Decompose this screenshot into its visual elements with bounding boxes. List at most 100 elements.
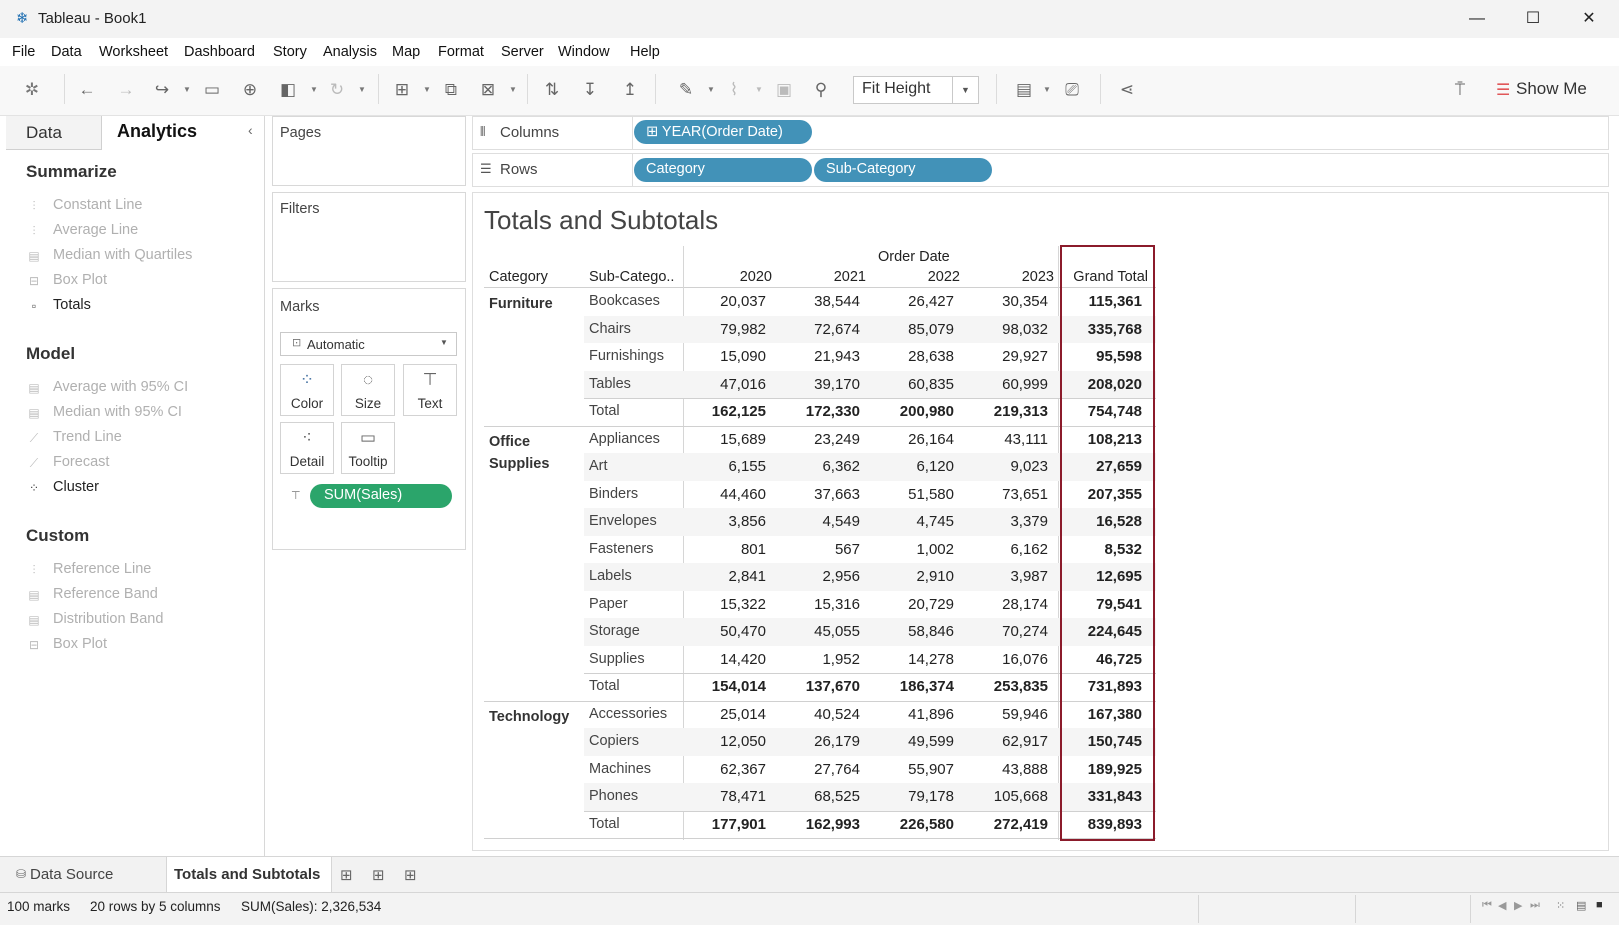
filmstrip-icon[interactable]: ▤ (1576, 899, 1586, 912)
close-button[interactable]: ✕ (1561, 4, 1617, 34)
sales-cell[interactable]: 23,249 (770, 431, 860, 448)
tab-analytics[interactable]: Analytics (117, 121, 197, 142)
chevron-down-icon[interactable]: ▼ (952, 76, 978, 104)
sales-cell[interactable]: 62,917 (958, 733, 1048, 750)
sales-cell[interactable]: 4,549 (770, 513, 860, 530)
grand-total-cell[interactable]: 115,361 (1052, 293, 1142, 310)
sales-cell[interactable]: 98,032 (958, 321, 1048, 338)
menu-data[interactable]: Data (51, 44, 82, 60)
sales-cell[interactable]: 20,037 (676, 293, 766, 310)
chevron-down-icon[interactable]: ▼ (755, 85, 763, 94)
analytics-item-reference-band[interactable]: Reference Band (53, 586, 158, 602)
chevron-down-icon[interactable]: ▼ (310, 85, 318, 94)
sales-cell[interactable]: 79,982 (676, 321, 766, 338)
redo-icon[interactable]: → (114, 78, 138, 102)
sort-ascending-icon[interactable]: ↧ (578, 78, 602, 102)
sales-cell[interactable]: 60,835 (864, 376, 954, 393)
grand-total-cell[interactable]: 46,725 (1052, 651, 1142, 668)
sales-cell[interactable]: 3,379 (958, 513, 1048, 530)
show-cards-icon[interactable]: ▤ (1012, 78, 1036, 102)
presentation-mode-icon[interactable]: ⎚ (1060, 78, 1084, 102)
analytics-item-median-with-quartiles[interactable]: Median with Quartiles (53, 247, 192, 263)
sales-cell[interactable]: 272,419 (958, 816, 1048, 833)
analytics-item-cluster[interactable]: Cluster (53, 479, 99, 495)
sales-cell[interactable]: 186,374 (864, 678, 954, 695)
sales-cell[interactable]: 6,155 (676, 458, 766, 475)
sort-descending-icon[interactable]: ↥ (618, 78, 642, 102)
sales-cell[interactable]: 25,014 (676, 706, 766, 723)
refresh-icon[interactable]: ↻ (325, 78, 349, 102)
sales-cell[interactable]: 253,835 (958, 678, 1048, 695)
sales-cell[interactable]: 55,907 (864, 761, 954, 778)
grand-total-cell[interactable]: 754,748 (1052, 403, 1142, 420)
sales-cell[interactable]: 43,111 (958, 431, 1048, 448)
menu-window[interactable]: Window (558, 44, 610, 60)
sales-cell[interactable]: 154,014 (676, 678, 766, 695)
new-worksheet-icon[interactable]: ⊞ (390, 78, 414, 102)
sales-cell[interactable]: 162,993 (770, 816, 860, 833)
new-story-icon[interactable]: ⊞ (404, 866, 417, 884)
clear-sheet-icon[interactable]: ⊠ (476, 78, 500, 102)
grand-total-cell[interactable]: 108,213 (1052, 431, 1142, 448)
sales-cell[interactable]: 38,544 (770, 293, 860, 310)
sales-cell[interactable]: 15,316 (770, 596, 860, 613)
menu-worksheet[interactable]: Worksheet (99, 44, 168, 60)
chevron-down-icon[interactable]: ▼ (358, 85, 366, 94)
sales-cell[interactable]: 3,987 (958, 568, 1048, 585)
analytics-item-constant-line[interactable]: Constant Line (53, 197, 142, 213)
chevron-down-icon[interactable]: ▼ (440, 338, 448, 347)
analytics-item-distribution-band[interactable]: Distribution Band (53, 611, 163, 627)
tableau-home-icon[interactable]: ✲ (20, 78, 44, 102)
grand-total-cell[interactable]: 150,745 (1052, 733, 1142, 750)
chevron-down-icon[interactable]: ▼ (707, 85, 715, 94)
sales-cell[interactable]: 1,952 (770, 651, 860, 668)
sales-cell[interactable]: 70,274 (958, 623, 1048, 640)
sales-cell[interactable]: 73,651 (958, 486, 1048, 503)
grand-total-cell[interactable]: 189,925 (1052, 761, 1142, 778)
pause-updates-icon[interactable]: ◧ (276, 78, 300, 102)
maximize-button[interactable]: ☐ (1505, 4, 1561, 34)
sales-cell[interactable]: 2,910 (864, 568, 954, 585)
sales-cell[interactable]: 21,943 (770, 348, 860, 365)
save-icon[interactable]: ▭ (200, 78, 224, 102)
sales-cell[interactable]: 12,050 (676, 733, 766, 750)
sales-cell[interactable]: 85,079 (864, 321, 954, 338)
tabs-view-icon[interactable]: ■ (1596, 899, 1603, 911)
sales-cell[interactable]: 59,946 (958, 706, 1048, 723)
sales-cell[interactable]: 4,745 (864, 513, 954, 530)
menu-map[interactable]: Map (392, 44, 420, 60)
analytics-item-totals[interactable]: Totals (53, 297, 91, 313)
sales-cell[interactable]: 14,420 (676, 651, 766, 668)
sales-cell[interactable]: 49,599 (864, 733, 954, 750)
sales-cell[interactable]: 28,174 (958, 596, 1048, 613)
share-icon[interactable]: ⋖ (1115, 78, 1139, 102)
menu-help[interactable]: Help (630, 44, 660, 60)
grand-total-cell[interactable]: 8,532 (1052, 541, 1142, 558)
menu-file[interactable]: File (12, 44, 35, 60)
undo-icon[interactable]: ← (75, 78, 99, 102)
chevron-down-icon[interactable]: ▼ (423, 85, 431, 94)
sales-cell[interactable]: 27,764 (770, 761, 860, 778)
swap-rows-columns-icon[interactable]: ⇅ (540, 78, 564, 102)
sales-cell[interactable]: 26,164 (864, 431, 954, 448)
analytics-item-box-plot[interactable]: Box Plot (53, 636, 107, 652)
chevron-down-icon[interactable]: ▼ (1043, 85, 1051, 94)
grand-total-cell[interactable]: 335,768 (1052, 321, 1142, 338)
sales-cell[interactable]: 219,313 (958, 403, 1048, 420)
highlight-icon[interactable]: ✎ (674, 78, 698, 102)
sales-cell[interactable]: 105,668 (958, 788, 1048, 805)
sales-cell[interactable]: 28,638 (864, 348, 954, 365)
sales-cell[interactable]: 37,663 (770, 486, 860, 503)
grand-total-cell[interactable]: 839,893 (1052, 816, 1142, 833)
sales-cell[interactable]: 30,354 (958, 293, 1048, 310)
analytics-item-forecast[interactable]: Forecast (53, 454, 109, 470)
collapse-pane-icon[interactable]: ‹ (248, 122, 253, 138)
sales-cell[interactable]: 78,471 (676, 788, 766, 805)
grand-total-cell[interactable]: 224,645 (1052, 623, 1142, 640)
format-painter-icon[interactable]: ⍑ (1448, 78, 1472, 102)
sales-cell[interactable]: 51,580 (864, 486, 954, 503)
sales-cell[interactable]: 68,525 (770, 788, 860, 805)
sales-cell[interactable]: 15,322 (676, 596, 766, 613)
grand-total-cell[interactable]: 331,843 (1052, 788, 1142, 805)
minimize-button[interactable]: — (1449, 4, 1505, 34)
